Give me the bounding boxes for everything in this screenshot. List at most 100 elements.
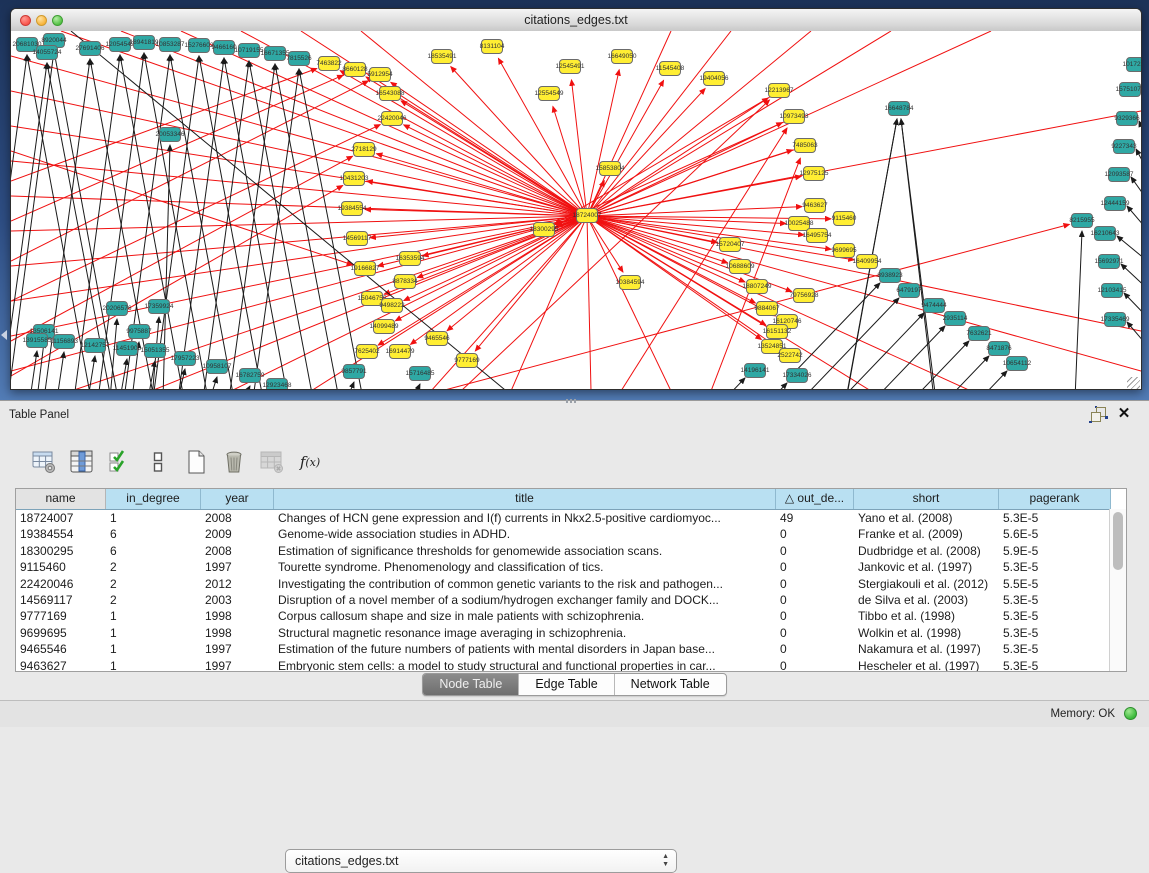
graph-node[interactable]: 7625402 bbox=[356, 344, 378, 359]
graph-node[interactable]: 11451903 bbox=[116, 341, 138, 356]
graph-node[interactable]: 9857791 bbox=[343, 364, 365, 379]
table-scrollbar[interactable] bbox=[1109, 509, 1126, 671]
graph-node[interactable]: 11545408 bbox=[659, 61, 681, 76]
table-row[interactable]: 977716911998Corpus callosum shape and si… bbox=[16, 608, 1126, 624]
graph-node[interactable]: 16649050 bbox=[611, 49, 633, 64]
graph-node[interactable]: 11156893 bbox=[53, 334, 75, 349]
graph-node[interactable]: 16671355 bbox=[264, 46, 286, 61]
graph-node[interactable]: 9463627 bbox=[804, 198, 826, 213]
graph-node[interactable]: 12103415 bbox=[1101, 283, 1123, 298]
graph-node[interactable]: 12054542 bbox=[109, 37, 131, 52]
graph-node[interactable]: 19384554 bbox=[341, 201, 363, 216]
graph-node[interactable]: 16353594 bbox=[399, 251, 421, 266]
tab-edge-table[interactable]: Edge Table bbox=[519, 674, 614, 695]
graph-node[interactable]: 18807249 bbox=[746, 279, 768, 294]
graph-node[interactable]: 14569117 bbox=[346, 231, 368, 246]
graph-node[interactable]: 16648784 bbox=[888, 101, 910, 116]
network-window[interactable]: citations_edges.txt 20681030892004414055… bbox=[10, 8, 1142, 390]
column-header-year[interactable]: year bbox=[201, 489, 274, 509]
graph-node[interactable]: 9227343 bbox=[1113, 139, 1135, 154]
graph-node[interactable]: 18300295 bbox=[533, 222, 555, 237]
new-table-icon[interactable] bbox=[182, 448, 210, 476]
graph-node[interactable]: 12554549 bbox=[538, 86, 560, 101]
splitter-handle[interactable] bbox=[566, 399, 576, 403]
graph-node[interactable]: 10384594 bbox=[619, 275, 641, 290]
float-panel-icon[interactable] bbox=[1089, 407, 1107, 423]
table-row[interactable]: 946362711997Embryonic stem cells: a mode… bbox=[16, 658, 1126, 672]
graph-node[interactable]: 15051355 bbox=[144, 343, 166, 358]
table-row[interactable]: 1456911722003Disruption of a novel membe… bbox=[16, 592, 1126, 608]
graph-node[interactable]: 8938923 bbox=[879, 268, 901, 283]
graph-node[interactable]: 16914479 bbox=[389, 344, 411, 359]
column-header-short[interactable]: short bbox=[854, 489, 999, 509]
graph-node[interactable]: 12142757 bbox=[84, 338, 106, 353]
graph-node[interactable]: 16151132 bbox=[766, 324, 788, 339]
graph-node[interactable]: 15853804 bbox=[599, 161, 621, 176]
graph-node[interactable]: 8878334 bbox=[394, 274, 416, 289]
tab-network-table[interactable]: Network Table bbox=[615, 674, 726, 695]
graph-node[interactable]: 9975887 bbox=[128, 324, 150, 339]
graph-node[interactable]: 9498222 bbox=[381, 298, 403, 313]
graph-node[interactable]: 6479197 bbox=[898, 283, 920, 298]
table-row[interactable]: 911546021997Tourette syndrome. Phenomeno… bbox=[16, 559, 1126, 575]
graph-node[interactable]: 9474444 bbox=[923, 298, 945, 313]
graph-node[interactable]: 9115460 bbox=[833, 211, 855, 226]
graph-node[interactable]: 12545491 bbox=[559, 59, 581, 74]
tab-node-table[interactable]: Node Table bbox=[423, 674, 519, 695]
memory-ok-indicator[interactable] bbox=[1124, 707, 1137, 720]
graph-node[interactable]: 2935114 bbox=[944, 311, 966, 326]
window-titlebar[interactable]: citations_edges.txt bbox=[11, 9, 1141, 32]
graph-node[interactable]: 17335469 bbox=[1104, 312, 1126, 327]
column-header-pagerank[interactable]: pagerank bbox=[999, 489, 1111, 509]
graph-node[interactable]: 9699695 bbox=[833, 243, 855, 258]
graph-node[interactable]: 9884067 bbox=[756, 301, 778, 316]
graph-node[interactable]: 2522742 bbox=[779, 348, 801, 363]
graph-node[interactable]: 15751074 bbox=[1119, 82, 1141, 97]
graph-node[interactable]: 9465546 bbox=[426, 331, 448, 346]
graph-node[interactable]: 14196141 bbox=[744, 363, 766, 378]
graph-node[interactable]: 7463822 bbox=[318, 56, 340, 71]
graph-node[interactable]: 7485063 bbox=[794, 138, 816, 153]
function-builder-icon[interactable]: f(x) bbox=[296, 448, 324, 476]
graph-node[interactable]: 18941819 bbox=[133, 35, 155, 50]
column-header-out_de[interactable]: △ out_de... bbox=[776, 489, 854, 509]
graph-node[interactable]: 12213967 bbox=[768, 83, 790, 98]
graph-node[interactable]: 8131104 bbox=[481, 39, 503, 54]
select-column-icon[interactable] bbox=[68, 448, 96, 476]
graph-node[interactable]: 17359924 bbox=[148, 299, 170, 314]
graph-node[interactable]: 15692971 bbox=[1098, 254, 1120, 269]
graph-node[interactable]: 10688609 bbox=[729, 259, 751, 274]
graph-node[interactable]: 2718129 bbox=[353, 142, 375, 157]
graph-node[interactable]: 12975125 bbox=[803, 166, 825, 181]
graph-node[interactable]: 17957223 bbox=[174, 351, 196, 366]
table-row[interactable]: 1938455462009Genome-wide association stu… bbox=[16, 526, 1126, 542]
graph-node[interactable]: 10719155 bbox=[238, 43, 260, 58]
graph-node[interactable]: 27691406 bbox=[79, 41, 101, 56]
panel-collapse-arrow-icon[interactable] bbox=[1, 330, 7, 340]
graph-node[interactable]: 20206576 bbox=[106, 301, 128, 316]
graph-node[interactable]: 10172297 bbox=[1126, 57, 1141, 72]
graph-node[interactable]: 12093587 bbox=[1108, 167, 1130, 182]
graph-hub-node[interactable]: 18724007 bbox=[576, 208, 598, 223]
column-header-name[interactable]: name bbox=[16, 489, 106, 509]
graph-node[interactable]: 16543088 bbox=[379, 86, 401, 101]
graph-node[interactable]: 5912954 bbox=[369, 67, 391, 82]
table-settings-icon[interactable] bbox=[30, 448, 58, 476]
graph-node[interactable]: 15276602 bbox=[188, 38, 210, 53]
table-row[interactable]: 2242004622012Investigating the contribut… bbox=[16, 576, 1126, 592]
graph-node[interactable]: 9329366 bbox=[1116, 111, 1138, 126]
table-row[interactable]: 1872400712008Changes of HCN gene express… bbox=[16, 510, 1126, 526]
graph-node[interactable]: 7815526 bbox=[288, 51, 310, 66]
column-header-in_degree[interactable]: in_degree bbox=[106, 489, 201, 509]
graph-node[interactable]: 20053346 bbox=[159, 127, 181, 142]
close-panel-icon[interactable]: ✕ bbox=[1115, 407, 1133, 423]
graph-node[interactable]: 8471876 bbox=[988, 341, 1010, 356]
select-rows-icon[interactable] bbox=[106, 448, 134, 476]
scrollbar-thumb[interactable] bbox=[1113, 512, 1123, 570]
graph-node[interactable]: 12923468 bbox=[266, 378, 288, 390]
table-chooser-dropdown[interactable]: citations_edges.txt ▲▼ bbox=[285, 849, 677, 873]
graph-node[interactable]: 16210643 bbox=[1094, 226, 1116, 241]
graph-node[interactable]: 19166827 bbox=[354, 261, 376, 276]
graph-node[interactable]: 17334026 bbox=[786, 368, 808, 383]
graph-node[interactable]: 16409954 bbox=[856, 254, 878, 269]
